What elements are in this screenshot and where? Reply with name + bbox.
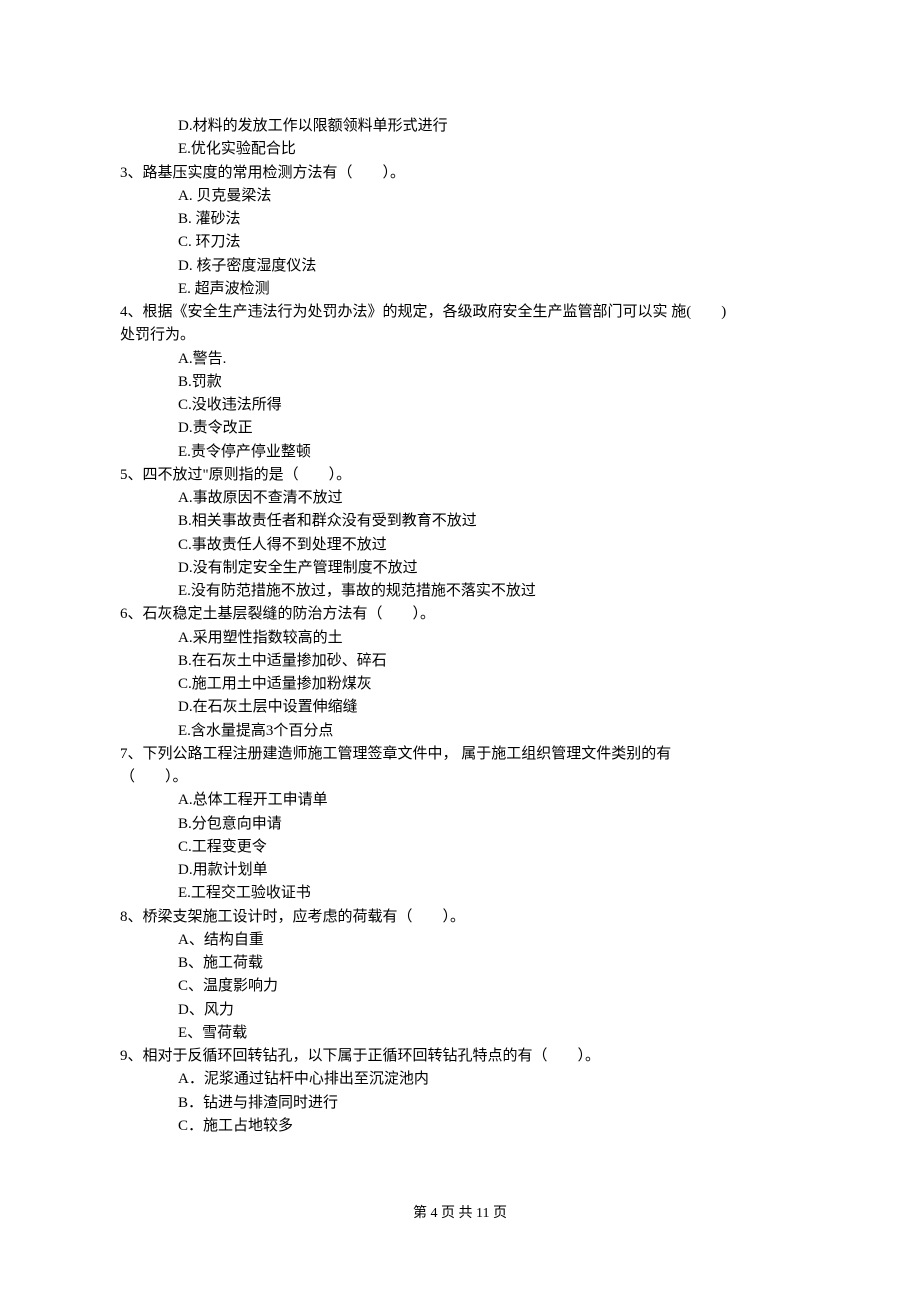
option-text: D.在石灰土层中设置伸缩缝 — [120, 696, 800, 719]
question-stem: 6、石灰稳定土基层裂缝的防治方法有（ ）。 — [120, 603, 800, 626]
option-text: C.施工用土中适量掺加粉煤灰 — [120, 673, 800, 696]
option-text: A.警告. — [120, 348, 800, 371]
page-footer: 第 4 页 共 11 页 — [0, 1202, 920, 1222]
option-text: C．施工占地较多 — [120, 1115, 800, 1138]
option-text: D.用款计划单 — [120, 859, 800, 882]
option-text: E、雪荷载 — [120, 1022, 800, 1045]
option-text: A.总体工程开工申请单 — [120, 789, 800, 812]
option-text: D.责令改正 — [120, 417, 800, 440]
question-number: 9、 — [120, 1048, 143, 1064]
question-number: 6、 — [120, 606, 143, 622]
option-text: D、风力 — [120, 999, 800, 1022]
option-text: E.责令停产停业整顿 — [120, 441, 800, 464]
option-text: C.事故责任人得不到处理不放过 — [120, 534, 800, 557]
option-text: A、结构自重 — [120, 929, 800, 952]
question-text: 桥梁支架施工设计时，应考虑的荷载有（ ）。 — [143, 909, 466, 925]
question-text: 石灰稳定土基层裂缝的防治方法有（ ）。 — [143, 606, 436, 622]
option-text: B、施工荷载 — [120, 952, 800, 975]
option-text: B．钻进与排渣同时进行 — [120, 1092, 800, 1115]
option-text: E.优化实验配合比 — [120, 138, 800, 161]
option-text: D.没有制定安全生产管理制度不放过 — [120, 557, 800, 580]
question-text: 下列公路工程注册建造师施工管理签章文件中， 属于施工组织管理文件类别的有 — [143, 746, 672, 762]
option-text: C、温度影响力 — [120, 975, 800, 998]
question-text: 四不放过"原则指的是（ ）。 — [143, 467, 352, 483]
option-text: E. 超声波检测 — [120, 278, 800, 301]
option-text: B.在石灰土中适量掺加砂、碎石 — [120, 650, 800, 673]
option-text: C.没收违法所得 — [120, 394, 800, 417]
question-stem-cont: （ ）。 — [120, 766, 800, 789]
option-text: B.罚款 — [120, 371, 800, 394]
question-stem: 3、路基压实度的常用检测方法有（ ）。 — [120, 162, 800, 185]
option-text: D. 核子密度湿度仪法 — [120, 255, 800, 278]
option-text: B.分包意向申请 — [120, 813, 800, 836]
option-text: E.没有防范措施不放过，事故的规范措施不落实不放过 — [120, 580, 800, 603]
question-text: 路基压实度的常用检测方法有（ ）。 — [143, 165, 406, 181]
option-text: B.相关事故责任者和群众没有受到教育不放过 — [120, 510, 800, 533]
option-text: B. 灌砂法 — [120, 208, 800, 231]
question-stem-cont: 处罚行为。 — [120, 324, 800, 347]
question-stem: 4、根据《安全生产违法行为处罚办法》的规定，各级政府安全生产监管部门可以实 施(… — [120, 301, 800, 324]
document-page: D.材料的发放工作以限额领料单形式进行 E.优化实验配合比 3、路基压实度的常用… — [0, 0, 920, 1138]
option-text: E.含水量提高3个百分点 — [120, 720, 800, 743]
question-stem: 7、下列公路工程注册建造师施工管理签章文件中， 属于施工组织管理文件类别的有 — [120, 743, 800, 766]
question-text: 根据《安全生产违法行为处罚办法》的规定，各级政府安全生产监管部门可以实 施( ) — [143, 304, 727, 320]
option-text: A. 贝克曼梁法 — [120, 185, 800, 208]
question-stem: 5、四不放过"原则指的是（ ）。 — [120, 464, 800, 487]
question-stem: 9、相对于反循环回转钻孔，以下属于正循环回转钻孔特点的有（ ）。 — [120, 1045, 800, 1068]
option-text: E.工程交工验收证书 — [120, 882, 800, 905]
option-text: C.工程变更令 — [120, 836, 800, 859]
question-number: 3、 — [120, 165, 143, 181]
option-text: C. 环刀法 — [120, 231, 800, 254]
question-number: 7、 — [120, 746, 143, 762]
question-text: 相对于反循环回转钻孔，以下属于正循环回转钻孔特点的有（ ）。 — [143, 1048, 601, 1064]
question-number: 4、 — [120, 304, 143, 320]
option-text: D.材料的发放工作以限额领料单形式进行 — [120, 115, 800, 138]
option-text: A.采用塑性指数较高的土 — [120, 627, 800, 650]
question-stem: 8、桥梁支架施工设计时，应考虑的荷载有（ ）。 — [120, 906, 800, 929]
option-text: A.事故原因不查清不放过 — [120, 487, 800, 510]
option-text: A．泥浆通过钻杆中心排出至沉淀池内 — [120, 1068, 800, 1091]
question-number: 8、 — [120, 909, 143, 925]
question-number: 5、 — [120, 467, 143, 483]
